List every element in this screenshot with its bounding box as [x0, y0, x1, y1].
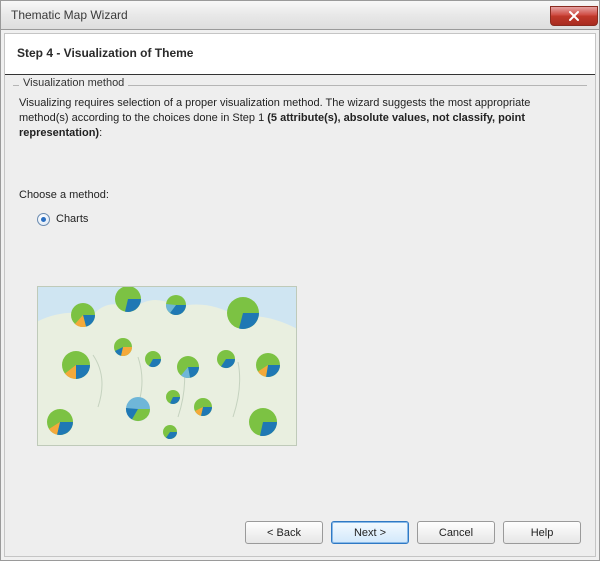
step-header: Step 4 - Visualization of Theme: [5, 34, 595, 75]
window-body: Step 4 - Visualization of Theme Visualiz…: [0, 30, 600, 561]
step-title: Step 4 - Visualization of Theme: [17, 46, 583, 60]
close-button[interactable]: [550, 6, 598, 26]
visualization-method-group: Visualization method Visualizing require…: [13, 85, 587, 507]
method-preview: [37, 286, 297, 446]
button-bar: < Back Next > Cancel Help: [5, 511, 595, 556]
cancel-button[interactable]: Cancel: [417, 521, 495, 544]
intro-suffix: :: [99, 127, 102, 139]
next-button[interactable]: Next >: [331, 521, 409, 544]
radio-charts-row[interactable]: Charts: [37, 213, 581, 226]
radio-charts[interactable]: [37, 213, 50, 226]
window-title: Thematic Map Wizard: [11, 8, 128, 22]
titlebar: Thematic Map Wizard: [0, 0, 600, 30]
group-label: Visualization method: [19, 77, 128, 89]
radio-charts-label: Charts: [56, 213, 88, 225]
close-icon: [568, 10, 580, 22]
choose-method-label: Choose a method:: [19, 189, 581, 201]
map-preview-svg: [38, 287, 297, 446]
help-button[interactable]: Help: [503, 521, 581, 544]
intro-text: Visualizing requires selection of a prop…: [19, 96, 581, 141]
inner-panel: Step 4 - Visualization of Theme Visualiz…: [4, 33, 596, 557]
group-frame: Visualizing requires selection of a prop…: [13, 85, 587, 507]
back-button[interactable]: < Back: [245, 521, 323, 544]
